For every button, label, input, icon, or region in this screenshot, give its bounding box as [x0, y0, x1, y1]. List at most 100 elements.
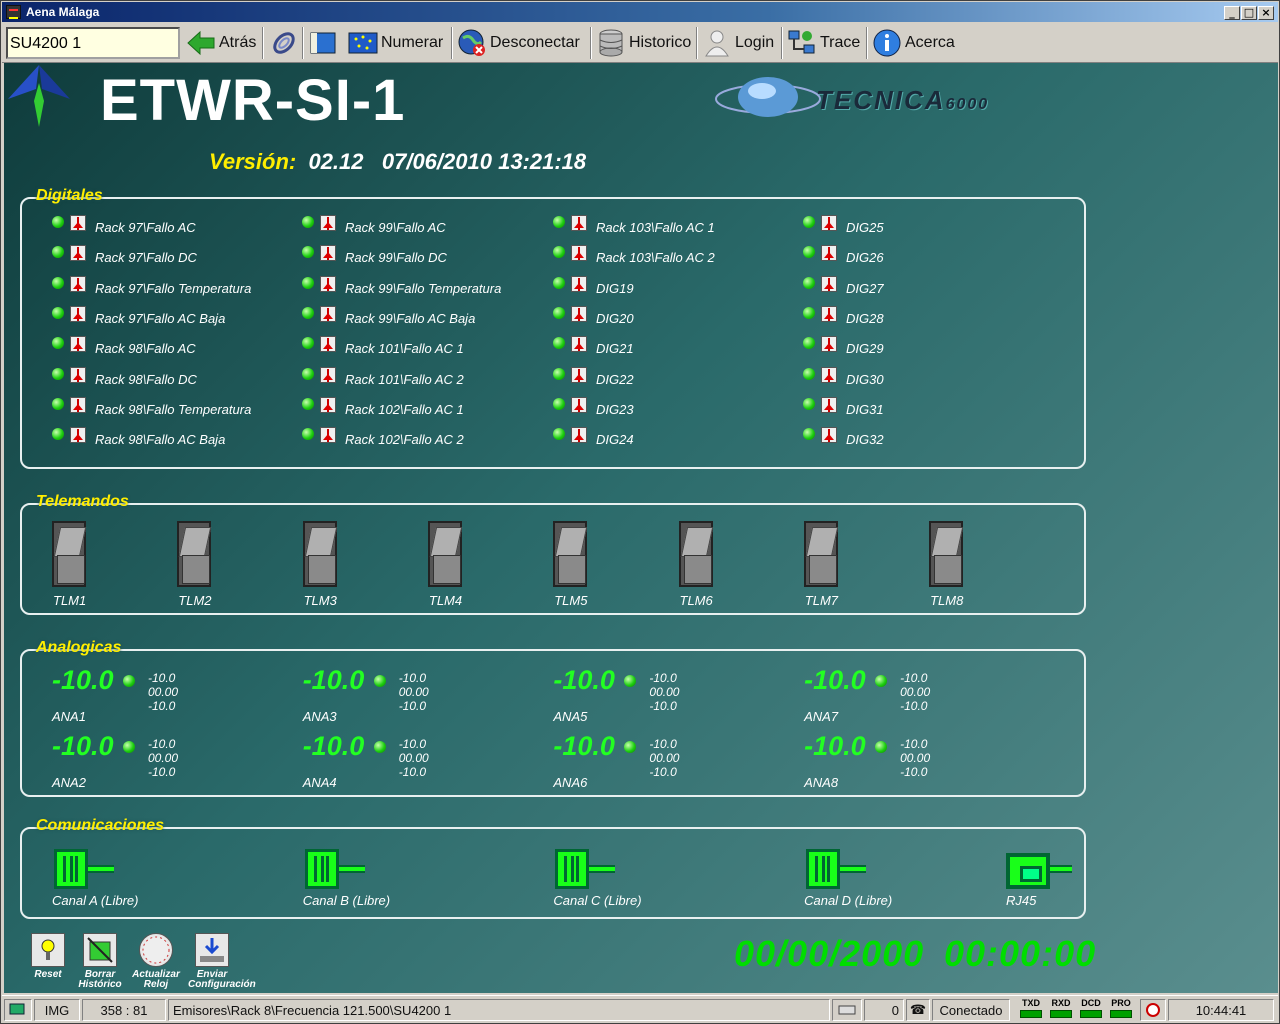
brand-name: TECNICA	[816, 85, 946, 115]
comunicaciones-panel: Comunicaciones Canal A (Libre) Canal B (L…	[20, 817, 1086, 919]
serial-connector-icon[interactable]	[553, 849, 619, 889]
actualizar-reloj-button[interactable]: Actualizar Reloj	[132, 933, 180, 990]
actualizar-label-2: Reloj	[143, 979, 169, 990]
borrar-historico-button[interactable]: Borrar Histórico	[76, 933, 124, 990]
digital-input-label: Rack 97\Fallo DC	[95, 250, 197, 266]
trace-button[interactable]: Trace	[785, 26, 862, 60]
analog-led-icon	[624, 741, 637, 753]
about-button[interactable]: Acerca	[870, 26, 957, 60]
panel-button[interactable]	[306, 26, 340, 60]
telemando-switch[interactable]	[177, 521, 212, 587]
alarm-flag-icon	[70, 366, 86, 383]
analog-limit-c: -10.0	[398, 765, 427, 779]
analog-led-icon	[875, 675, 888, 687]
status-led-icon	[302, 337, 314, 350]
telemando-label: TLM4	[428, 593, 463, 608]
about-label: Acerca	[905, 34, 955, 51]
disk-icon	[832, 999, 862, 1021]
serial-connector-icon[interactable]	[804, 849, 870, 889]
login-button[interactable]: Login	[700, 26, 776, 60]
digital-input-label: Rack 101\Fallo AC 2	[345, 371, 464, 387]
status-led-icon	[803, 428, 815, 441]
alarm-flag-icon	[821, 336, 837, 353]
digital-input-label: DIG30	[846, 371, 884, 387]
maximize-button[interactable]: □	[1241, 6, 1257, 20]
digitales-title: Digitales	[36, 187, 103, 204]
telemando-switch[interactable]	[52, 521, 86, 587]
rj45-connector-icon[interactable]	[1006, 853, 1072, 889]
serial-connector-icon[interactable]	[52, 849, 118, 889]
telemando-label: TLM5	[554, 593, 588, 608]
digital-input-label: Rack 99\Fallo Temperatura	[345, 280, 502, 296]
analog-limit-c: -10.0	[900, 765, 928, 779]
trace-label: Trace	[820, 34, 861, 51]
download-icon	[195, 933, 229, 967]
analog-limits: -10.0 00.00 -10.0	[900, 737, 930, 779]
app-window: Aena Málaga _ □ × SU4200 1 Atrás Numerar…	[0, 0, 1280, 1024]
logo-arrow-icon	[8, 65, 70, 127]
comunicaciones-title: Comunicaciones	[36, 817, 165, 834]
status-led-icon	[52, 216, 64, 228]
minimize-button[interactable]: _	[1224, 6, 1240, 20]
telemando-switch[interactable]	[302, 521, 337, 587]
status-bar: IMG 358 : 81 Emisores\Rack 8\Frecuencia …	[2, 995, 1278, 1023]
actualizar-label: Actualizar Reloj	[132, 970, 180, 990]
txd-label: TXD	[1022, 998, 1040, 1008]
phone-icon: ☎	[906, 999, 930, 1021]
status-led-icon	[803, 246, 815, 259]
analog-value: -10.0	[302, 731, 365, 761]
telemando-switch[interactable]	[803, 521, 838, 587]
telemando-switch[interactable]	[553, 521, 588, 587]
analog-label: ANA7	[804, 709, 839, 724]
device-combo[interactable]: SU4200 1	[6, 27, 180, 59]
status-led-icon	[302, 367, 314, 380]
version-info: Versión: 02.12 07/06/2010 13:21:18	[209, 149, 586, 175]
dcd-label: DCD	[1081, 998, 1101, 1008]
disconnect-button[interactable]: Desconectar	[455, 26, 582, 60]
enviar-configuracion-button[interactable]: Enviar Configuración	[188, 933, 256, 990]
back-label: Atrás	[219, 34, 257, 51]
digital-input-label: Rack 98\Fallo AC Baja	[95, 432, 226, 448]
analog-limit-b: 00.00	[649, 685, 680, 699]
alarm-flag-icon	[70, 427, 86, 444]
title-bar: Aena Málaga _ □ ×	[2, 2, 1278, 22]
alarm-flag-icon	[70, 396, 86, 413]
status-led-icon	[553, 397, 565, 410]
reset-button[interactable]: Reset	[24, 933, 72, 980]
analog-limit-c: -10.0	[649, 765, 677, 779]
alarm-flag-icon	[821, 366, 837, 383]
status-led-icon	[52, 306, 64, 319]
digital-input-label: Rack 97\Fallo Temperatura	[95, 280, 252, 296]
history-button[interactable]: Historico	[594, 26, 693, 60]
analog-limit-c: -10.0	[900, 699, 928, 713]
status-led-icon	[803, 276, 815, 289]
analog-label: ANA5	[553, 709, 588, 724]
digital-input-label: Rack 101\Fallo AC 1	[345, 341, 464, 357]
main-panel: ETWR-SI-1 Versión: 02.12 07/06/2010 13:2…	[4, 63, 1278, 993]
pro-indicator: PRO	[1108, 998, 1134, 1018]
telemando-switch[interactable]	[427, 521, 462, 587]
analog-label: ANA8	[804, 775, 839, 790]
analog-led-icon	[875, 741, 888, 753]
back-button[interactable]: Atrás	[184, 26, 258, 60]
close-button[interactable]: ×	[1258, 6, 1274, 20]
link-button[interactable]	[267, 26, 301, 60]
telemando-switch[interactable]	[929, 521, 964, 587]
analog-limit-b: 00.00	[398, 751, 429, 765]
digital-input-label: DIG21	[596, 341, 634, 357]
numerar-button[interactable]: Numerar	[346, 26, 445, 60]
analog-limit-a: -10.0	[148, 737, 176, 751]
digital-input-label: DIG25	[846, 220, 884, 235]
analogicas-panel: Analogicas -10.0 -10.0 00.00 -10.0 ANA1 -10.0…	[20, 639, 1086, 797]
analog-led-icon	[123, 675, 135, 687]
analog-limits: -10.0 00.00 -10.0	[148, 671, 178, 713]
telemando-label: TLM7	[804, 593, 839, 608]
status-led-icon	[302, 397, 314, 410]
digital-input-label: Rack 99\Fallo AC	[345, 220, 446, 235]
telemando-label: TLM1	[53, 593, 87, 608]
alarm-flag-icon	[320, 275, 336, 292]
serial-connector-icon[interactable]	[303, 849, 369, 889]
pro-label: PRO	[1111, 998, 1131, 1008]
alarm-flag-icon	[320, 215, 336, 231]
telemando-switch[interactable]	[678, 521, 713, 587]
